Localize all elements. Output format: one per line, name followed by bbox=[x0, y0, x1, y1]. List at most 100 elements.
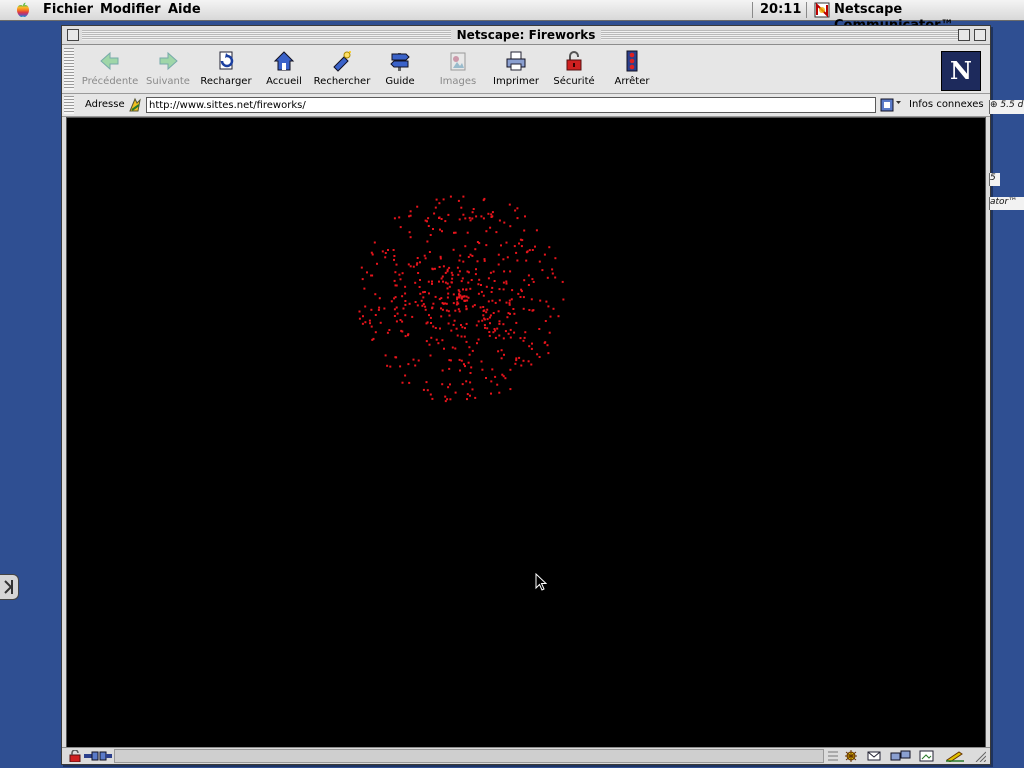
firework-particle bbox=[490, 216, 493, 218]
page-content[interactable] bbox=[66, 117, 986, 748]
firework-particle bbox=[393, 255, 396, 257]
firework-particle bbox=[515, 321, 518, 324]
firework-particle bbox=[442, 265, 445, 268]
guide-button[interactable]: Guide bbox=[371, 49, 429, 91]
app-menu[interactable]: Netscape Communicator™ bbox=[834, 2, 1024, 33]
firework-particle bbox=[463, 335, 466, 338]
firework-particle bbox=[444, 271, 447, 274]
firework-particle bbox=[482, 294, 485, 297]
firework-particle bbox=[489, 314, 492, 317]
firework-particle bbox=[449, 359, 452, 362]
firework-particle bbox=[447, 322, 450, 325]
firework-particle bbox=[502, 337, 505, 340]
background-window-fragment[interactable]: ⊕ 5.5 d bbox=[989, 100, 1024, 114]
control-strip-tab[interactable] bbox=[0, 574, 19, 600]
home-button[interactable]: Accueil bbox=[255, 49, 313, 91]
edit-component-icon[interactable] bbox=[944, 750, 966, 762]
firework-particle bbox=[519, 296, 522, 298]
firework-particle bbox=[401, 330, 404, 333]
firework-particle bbox=[514, 362, 517, 365]
firework-particle bbox=[466, 398, 468, 401]
firework-particle bbox=[401, 272, 404, 275]
menu-fichier[interactable]: Fichier bbox=[39, 2, 97, 18]
newsgroups-component-icon[interactable] bbox=[890, 750, 912, 762]
firework-particle bbox=[404, 285, 407, 288]
firework-particle bbox=[498, 299, 501, 302]
firework-particle bbox=[505, 280, 508, 283]
address-input[interactable] bbox=[146, 97, 876, 113]
firework-particle bbox=[474, 273, 477, 276]
firework-particle bbox=[531, 249, 534, 251]
title-bar[interactable]: Netscape: Fireworks bbox=[62, 26, 990, 45]
firework-particle bbox=[522, 359, 525, 362]
firework-particle bbox=[458, 259, 461, 262]
firework-particle bbox=[440, 218, 443, 220]
security-button[interactable]: Sécurité bbox=[545, 49, 603, 91]
firework-particle bbox=[384, 256, 387, 259]
firework-particle bbox=[465, 308, 468, 311]
firework-particle bbox=[475, 268, 477, 271]
images-button[interactable]: Images bbox=[429, 49, 487, 91]
firework-particle bbox=[464, 327, 466, 330]
firework-particle bbox=[415, 263, 418, 266]
firework-particle bbox=[530, 298, 533, 301]
firework-particle bbox=[454, 231, 457, 234]
collapse-box-icon[interactable] bbox=[974, 29, 986, 41]
firework-particle bbox=[528, 345, 531, 348]
firework-particle bbox=[483, 309, 486, 312]
firework-particle bbox=[418, 286, 421, 288]
firework-particle bbox=[393, 258, 395, 261]
firework-particle bbox=[458, 270, 461, 273]
stop-button[interactable]: Arrêter bbox=[603, 49, 661, 91]
firework-particle bbox=[427, 217, 430, 220]
forward-button[interactable]: Suivante bbox=[139, 49, 197, 91]
firework-particle bbox=[451, 274, 454, 277]
firework-particle bbox=[462, 213, 465, 216]
background-window-fragment[interactable]: ator™ bbox=[989, 197, 1024, 210]
firework-particle bbox=[504, 330, 507, 333]
search-button[interactable]: Rechercher bbox=[313, 49, 371, 91]
page-proxy-icon[interactable] bbox=[127, 97, 143, 113]
firework-particle bbox=[554, 276, 557, 279]
back-label: Précédente bbox=[81, 76, 139, 87]
firework-particle bbox=[424, 219, 427, 222]
firework-particle bbox=[462, 195, 465, 198]
menu-clock[interactable]: 20:11 bbox=[760, 2, 801, 18]
menu-separator bbox=[806, 2, 807, 18]
connection-status-icon[interactable] bbox=[84, 750, 112, 762]
zoom-box-icon[interactable] bbox=[958, 29, 970, 41]
reload-button[interactable]: Recharger bbox=[197, 49, 255, 91]
toolbar-grip[interactable] bbox=[64, 48, 74, 90]
firework-particle bbox=[363, 287, 366, 290]
firework-particle bbox=[437, 342, 440, 345]
firework-particle bbox=[366, 271, 368, 274]
menu-modifier[interactable]: Modifier bbox=[96, 2, 165, 18]
firework-particle bbox=[485, 377, 487, 379]
firework-particle bbox=[557, 315, 560, 318]
background-window-fragment[interactable]: 5 bbox=[989, 173, 1000, 186]
security-status-icon[interactable] bbox=[68, 750, 82, 762]
firework-particle bbox=[498, 391, 501, 394]
back-button[interactable]: Précédente bbox=[81, 49, 139, 91]
related-links-icon[interactable] bbox=[880, 97, 902, 113]
firework-particle bbox=[408, 231, 411, 234]
firework-particle bbox=[467, 271, 470, 274]
composer-component-icon[interactable] bbox=[918, 750, 936, 762]
menu-aide[interactable]: Aide bbox=[164, 2, 205, 18]
firework-particle bbox=[549, 315, 552, 318]
netscape-app-icon[interactable] bbox=[814, 2, 830, 18]
firework-particle bbox=[431, 307, 434, 310]
firework-particle bbox=[515, 357, 518, 360]
resize-grip-icon[interactable] bbox=[972, 750, 986, 762]
firework-particle bbox=[470, 279, 473, 281]
location-bar-grip[interactable] bbox=[64, 96, 74, 114]
mail-component-icon[interactable] bbox=[866, 750, 884, 762]
apple-menu-icon[interactable] bbox=[16, 2, 30, 18]
firework-particle bbox=[423, 291, 426, 293]
netscape-logo[interactable]: N bbox=[941, 51, 981, 91]
firework-particle bbox=[454, 347, 457, 350]
print-button[interactable]: Imprimer bbox=[487, 49, 545, 91]
navigator-component-icon[interactable] bbox=[842, 750, 860, 762]
related-links-label[interactable]: Infos connexes bbox=[909, 98, 984, 112]
firework-particle bbox=[475, 324, 478, 327]
